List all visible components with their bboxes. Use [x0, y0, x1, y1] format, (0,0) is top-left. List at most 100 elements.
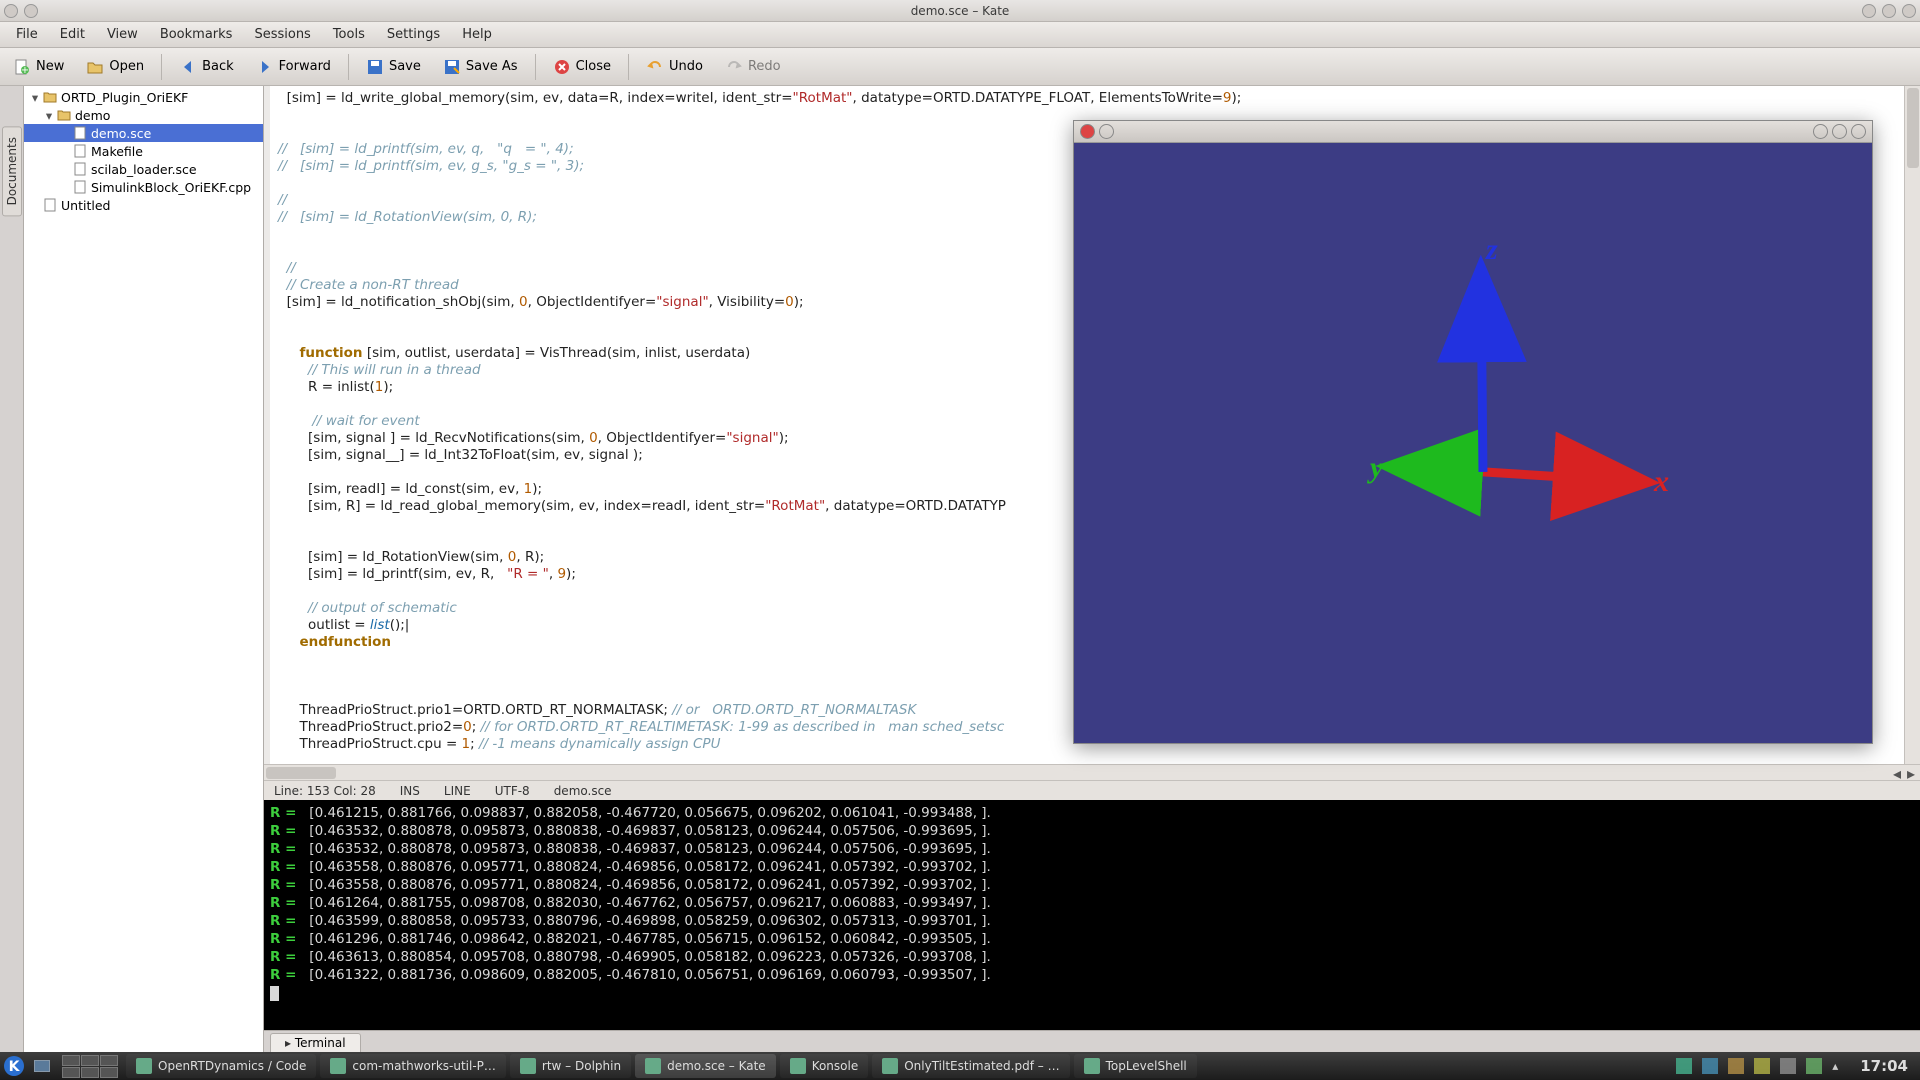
- menu-settings[interactable]: Settings: [377, 25, 450, 44]
- viewer-titlebar[interactable]: [1074, 121, 1872, 143]
- new-button[interactable]: +New: [4, 54, 73, 80]
- svg-text:+: +: [21, 65, 29, 76]
- battery-icon[interactable]: [1806, 1058, 1822, 1074]
- save-icon: [366, 58, 384, 76]
- axis-z: [1481, 273, 1483, 472]
- terminal-panel[interactable]: R = [0.461215, 0.881766, 0.098837, 0.882…: [264, 800, 1920, 1030]
- menu-sessions[interactable]: Sessions: [244, 25, 320, 44]
- save-button[interactable]: Save: [357, 54, 430, 80]
- close-button[interactable]: Close: [544, 54, 620, 80]
- tree-item[interactable]: ▾ORTD_Plugin_OriEKF: [24, 88, 263, 106]
- tree-item[interactable]: SimulinkBlock_OriEKF.cpp: [24, 178, 263, 196]
- tree-item[interactable]: demo.sce: [24, 124, 263, 142]
- sidebar-tab-label: Documents: [2, 126, 22, 216]
- menu-file[interactable]: File: [6, 25, 48, 44]
- axis-y-label: y: [1370, 451, 1383, 485]
- taskbar-task[interactable]: OnlyTiltEstimated.pdf – …: [872, 1054, 1069, 1078]
- sidebar-tab-documents[interactable]: Documents: [0, 86, 24, 1052]
- file-icon: [72, 126, 88, 140]
- arrow-right-icon: [256, 58, 274, 76]
- taskbar-task[interactable]: demo.sce – Kate: [635, 1054, 776, 1078]
- editor-vscrollbar[interactable]: [1904, 86, 1920, 764]
- volume-icon[interactable]: [1780, 1058, 1796, 1074]
- viewer-close-button-right[interactable]: [1851, 124, 1866, 139]
- status-encoding[interactable]: UTF-8: [495, 784, 530, 798]
- menu-view[interactable]: View: [97, 25, 148, 44]
- scroll-left-icon[interactable]: ◂: [1890, 766, 1904, 780]
- back-button[interactable]: Back: [170, 54, 243, 80]
- arrow-left-icon: [179, 58, 197, 76]
- menu-help[interactable]: Help: [452, 25, 502, 44]
- file-icon: [72, 180, 88, 194]
- svg-text:K: K: [9, 1059, 21, 1075]
- window-title: demo.sce – Kate: [911, 4, 1010, 18]
- file-icon: [72, 162, 88, 176]
- tray-icon[interactable]: [1676, 1058, 1692, 1074]
- rotation-viewer-window[interactable]: x y z: [1073, 120, 1873, 744]
- clipboard-icon[interactable]: [1728, 1058, 1744, 1074]
- app-icon: [790, 1058, 806, 1074]
- app-icon: [645, 1058, 661, 1074]
- kickoff-launcher[interactable]: K: [0, 1052, 28, 1080]
- undo-icon: [646, 58, 664, 76]
- toolbar: +NewOpen BackForward SaveSave As Close UndoR…: [0, 48, 1920, 86]
- open-button[interactable]: Open: [77, 54, 153, 80]
- axis-z-label: z: [1486, 233, 1498, 267]
- terminal-cursor: [270, 986, 279, 1001]
- app-icon: [136, 1058, 152, 1074]
- menu-bookmarks[interactable]: Bookmarks: [150, 25, 243, 44]
- doc-open-icon: [86, 58, 104, 76]
- viewer-menu-button[interactable]: [1099, 124, 1114, 139]
- menu-edit[interactable]: Edit: [50, 25, 95, 44]
- taskbar-task[interactable]: com-mathworks-util-P…: [320, 1054, 505, 1078]
- tree-item[interactable]: Makefile: [24, 142, 263, 160]
- taskbar-clock[interactable]: 17:04: [1848, 1057, 1920, 1075]
- forward-button[interactable]: Forward: [247, 54, 340, 80]
- close-icon: [553, 58, 571, 76]
- window-titlebar: demo.sce – Kate: [0, 0, 1920, 22]
- viewer-maximize-button[interactable]: [1832, 124, 1847, 139]
- document-tree[interactable]: ▾ORTD_Plugin_OriEKF▾demodemo.sceMakefile…: [24, 86, 264, 1052]
- desktop-pager[interactable]: [62, 1055, 118, 1078]
- status-insert-mode[interactable]: INS: [400, 784, 420, 798]
- status-eol[interactable]: LINE: [444, 784, 471, 798]
- taskbar-task[interactable]: OpenRTDynamics / Code: [126, 1054, 316, 1078]
- tree-item[interactable]: ▾demo: [24, 106, 263, 124]
- axis-x: [1483, 472, 1642, 482]
- save-as-icon: [443, 58, 461, 76]
- scroll-right-icon[interactable]: ▸: [1904, 766, 1918, 780]
- tree-item[interactable]: scilab_loader.sce: [24, 160, 263, 178]
- window-pin-button[interactable]: [24, 4, 38, 18]
- editor-hscrollbar[interactable]: ◂ ▸: [264, 764, 1920, 780]
- status-position: Line: 153 Col: 28: [274, 784, 376, 798]
- tray-expand-icon[interactable]: ▴: [1832, 1059, 1838, 1073]
- show-desktop-button[interactable]: [28, 1052, 56, 1080]
- redo-button: Redo: [716, 54, 790, 80]
- viewer-3d-canvas[interactable]: x y z: [1074, 143, 1872, 743]
- doc-new-icon: +: [13, 58, 31, 76]
- kde-taskbar: K OpenRTDynamics / Codecom-mathworks-uti…: [0, 1052, 1920, 1080]
- bottom-tool-tabs: ▸ Terminal: [264, 1030, 1920, 1052]
- saveas-button[interactable]: Save As: [434, 54, 527, 80]
- window-maximize-button[interactable]: [1882, 4, 1896, 18]
- status-filename: demo.sce: [554, 784, 612, 798]
- app-icon: [520, 1058, 536, 1074]
- menu-tools[interactable]: Tools: [323, 25, 375, 44]
- system-tray[interactable]: ▴: [1666, 1058, 1848, 1074]
- window-minimize-button[interactable]: [1862, 4, 1876, 18]
- tree-item[interactable]: Untitled: [24, 196, 263, 214]
- network-icon[interactable]: [1702, 1058, 1718, 1074]
- tab-terminal[interactable]: ▸ Terminal: [270, 1033, 361, 1052]
- window-menu-button[interactable]: [4, 4, 18, 18]
- menubar: FileEditViewBookmarksSessionsToolsSettin…: [0, 22, 1920, 48]
- undo-button[interactable]: Undo: [637, 54, 712, 80]
- window-close-button[interactable]: [1902, 4, 1916, 18]
- taskbar-task[interactable]: Konsole: [780, 1054, 869, 1078]
- taskbar-task[interactable]: TopLevelShell: [1074, 1054, 1197, 1078]
- taskbar-task[interactable]: rtw – Dolphin: [510, 1054, 631, 1078]
- tree-twisty-icon[interactable]: ▾: [42, 108, 56, 123]
- viewer-minimize-button[interactable]: [1813, 124, 1828, 139]
- tree-twisty-icon[interactable]: ▾: [28, 90, 42, 105]
- viewer-close-button[interactable]: [1080, 124, 1095, 139]
- updates-icon[interactable]: [1754, 1058, 1770, 1074]
